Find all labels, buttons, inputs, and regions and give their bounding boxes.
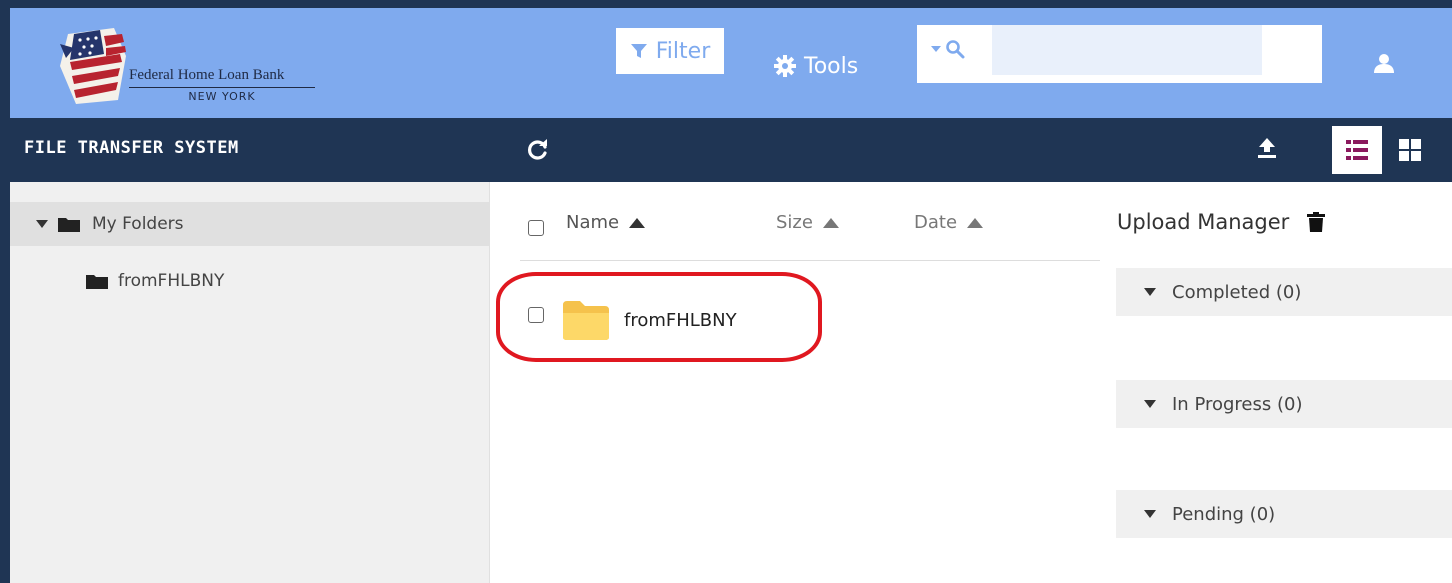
sort-up-icon (629, 217, 646, 228)
tree-item-label: My Folders (92, 214, 184, 234)
folder-icon (563, 301, 609, 340)
flag-logo-icon (60, 28, 126, 104)
caret-down-icon[interactable] (36, 220, 48, 228)
column-header-name[interactable]: Name (566, 212, 646, 233)
trash-icon[interactable] (1307, 212, 1326, 232)
column-header-label: Date (914, 212, 958, 233)
row-checkbox[interactable] (528, 307, 544, 323)
toolbar: FILE TRANSFER SYSTEM (10, 118, 1452, 182)
filter-button[interactable]: Filter (616, 28, 724, 74)
list-view-icon (1346, 140, 1368, 160)
in-progress-section[interactable]: In Progress (0) (1116, 380, 1452, 428)
header-bar: Federal Home Loan Bank NEW YORK Filter T… (10, 8, 1452, 118)
tools-label: Tools (804, 53, 859, 79)
sort-up-icon (822, 217, 839, 228)
upload-manager-title: Upload Manager (1117, 210, 1290, 234)
caret-down-icon (1144, 510, 1156, 518)
fhlb-logo[interactable]: Federal Home Loan Bank NEW YORK (56, 26, 336, 108)
folder-icon (58, 218, 80, 232)
section-label: Pending (0) (1172, 503, 1276, 525)
file-name: fromFHLBNY (624, 309, 737, 331)
file-row[interactable]: fromFHLBNY (528, 298, 737, 342)
caret-down-icon (931, 46, 941, 52)
filter-icon (630, 44, 647, 58)
user-icon[interactable] (1373, 52, 1395, 78)
search-box (917, 25, 1322, 83)
search-options-dropdown[interactable] (931, 37, 975, 61)
column-header-date[interactable]: Date (914, 212, 984, 233)
app-window: Federal Home Loan Bank NEW YORK Filter T… (10, 8, 1452, 583)
pending-section[interactable]: Pending (0) (1116, 490, 1452, 538)
app-title: FILE TRANSFER SYSTEM (24, 138, 239, 158)
section-label: In Progress (0) (1172, 393, 1303, 415)
list-view-button[interactable] (1332, 126, 1382, 174)
completed-section[interactable]: Completed (0) (1116, 268, 1452, 316)
grid-view-icon (1399, 139, 1421, 161)
refresh-icon[interactable] (526, 138, 550, 166)
search-icon (946, 40, 965, 59)
sort-up-icon (967, 217, 984, 228)
column-header-size[interactable]: Size (776, 212, 839, 233)
upload-icon[interactable] (1256, 136, 1278, 164)
upload-manager-header: Upload Manager (1117, 210, 1326, 234)
tree-item-fromfhlbny[interactable]: fromFHLBNY (86, 266, 224, 296)
tree-item-label: fromFHLBNY (118, 271, 225, 291)
tree-item-my-folders[interactable]: My Folders (10, 202, 489, 246)
folder-icon (86, 275, 108, 289)
section-label: Completed (0) (1172, 281, 1302, 303)
tools-button[interactable]: Tools (774, 48, 858, 84)
search-input[interactable] (992, 25, 1262, 75)
gear-icon (774, 55, 796, 77)
folder-tree: My Folders fromFHLBNY (10, 182, 490, 583)
column-header-label: Name (566, 212, 620, 233)
upload-manager: Upload Manager Completed (0) In Progress… (1100, 182, 1452, 583)
grid-view-button[interactable] (1394, 134, 1426, 166)
logo-name: Federal Home Loan Bank (129, 67, 285, 83)
caret-down-icon (1144, 400, 1156, 408)
header-divider (520, 260, 1100, 261)
filter-label: Filter (655, 38, 711, 64)
logo-divider (129, 87, 315, 88)
file-list: Name Size Date fromFHLBNY (490, 182, 1100, 583)
caret-down-icon (1144, 288, 1156, 296)
select-all-checkbox[interactable] (528, 220, 544, 236)
logo-subtitle: NEW YORK (188, 90, 256, 103)
column-header-label: Size (776, 212, 813, 233)
